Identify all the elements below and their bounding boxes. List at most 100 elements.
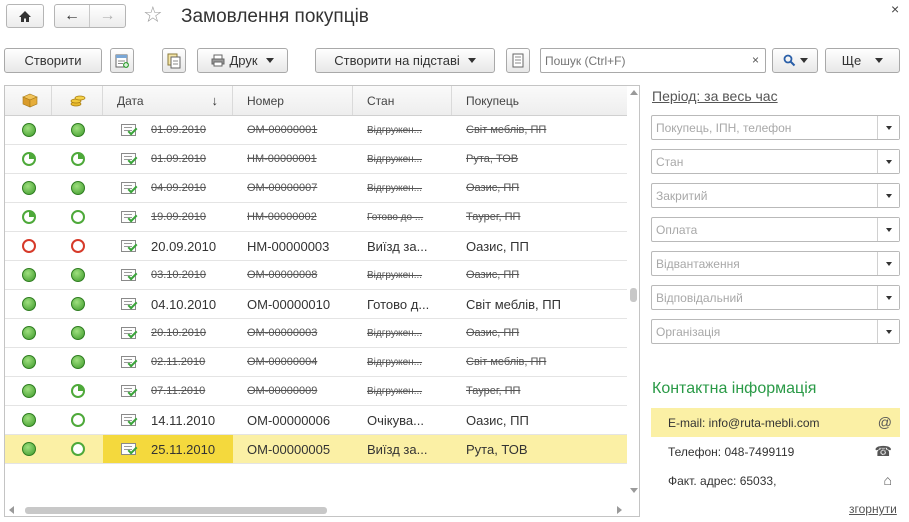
title-bar: ← → ☆ Замовлення покупців ×	[0, 0, 909, 36]
chevron-down-icon	[799, 58, 808, 63]
table-row[interactable]: 20.09.2010 НМ-00000003 Виїзд за... Оазис, П…	[5, 232, 627, 261]
home-icon[interactable]: ⌂	[884, 472, 892, 488]
payment-status-icon	[71, 210, 85, 224]
cell-state: Готово д...	[367, 296, 430, 312]
check-icon	[127, 299, 138, 310]
contact-row[interactable]: Телефон: 048-7499119 ☎	[651, 437, 900, 466]
cell-number: ОМ-00000003	[247, 327, 318, 339]
scroll-thumb[interactable]	[630, 288, 637, 302]
table-row[interactable]: 01.09.2010 ОМ-00000001 Відгружен... Світ ме…	[5, 116, 627, 145]
column-header-state[interactable]: Стан	[353, 86, 452, 115]
posted-document-icon	[121, 356, 138, 368]
close-icon[interactable]: ×	[891, 1, 899, 17]
home-icon	[19, 10, 31, 22]
cell-customer: Оазис, ПП	[466, 238, 529, 254]
filter-field[interactable]: Відповідальний	[651, 285, 900, 310]
cell-number: ОМ-00000007	[247, 182, 318, 194]
email-icon[interactable]: @	[878, 414, 892, 430]
table-row[interactable]: 03.10.2010 ОМ-00000008 Відгружен... Оазис, …	[5, 261, 627, 290]
cell-customer: Світ меблів, ПП	[466, 124, 547, 136]
table-row[interactable]: 01.09.2010 НМ-00000001 Відгружен... Рута, Т…	[5, 145, 627, 174]
column-header-payment[interactable]	[52, 86, 103, 115]
filter-field[interactable]: Покупець, ІПН, телефон	[651, 115, 900, 140]
shipment-status-icon	[22, 181, 36, 195]
report-button[interactable]	[506, 48, 530, 73]
vertical-scrollbar[interactable]	[628, 86, 639, 516]
chevron-down-icon[interactable]	[877, 252, 899, 275]
cell-customer: Оазис, ПП	[466, 412, 529, 428]
scroll-up-icon[interactable]	[630, 90, 638, 95]
posted-document-icon	[121, 443, 138, 455]
table-row[interactable]: 04.09.2010 ОМ-00000007 Відгружен... Оазис, …	[5, 174, 627, 203]
forward-button[interactable]: →	[90, 5, 125, 27]
more-dropdown[interactable]: Ще	[825, 48, 900, 73]
search-input[interactable]	[541, 49, 741, 72]
arrow-right-icon: →	[99, 7, 116, 24]
table-row[interactable]: 02.11.2010 ОМ-00000004 Відгружен... Світ ме…	[5, 348, 627, 377]
table-row[interactable]: 25.11.2010 ОМ-00000005 Виїзд за... Рута, ТО…	[5, 435, 627, 464]
favorite-star-icon[interactable]: ☆	[143, 3, 163, 27]
shipment-status-icon	[22, 210, 36, 224]
column-header-shipment[interactable]	[5, 86, 52, 115]
search-box: ×	[540, 48, 766, 73]
cell-customer: Рута, ТОВ	[466, 441, 528, 457]
table-row[interactable]: 19.09.2010 НМ-00000002 Готово до ... Таурег…	[5, 203, 627, 232]
filter-field[interactable]: Оплата	[651, 217, 900, 242]
navigation-buttons: ← →	[54, 4, 126, 28]
scroll-left-icon[interactable]	[9, 506, 14, 514]
filter-placeholder: Покупець, ІПН, телефон	[656, 121, 792, 135]
copy-document-button[interactable]	[162, 48, 186, 73]
chevron-down-icon[interactable]	[877, 218, 899, 241]
chevron-down-icon[interactable]	[877, 320, 899, 343]
cell-number: ОМ-00000005	[247, 441, 331, 457]
column-header-date[interactable]: Дата ↓	[103, 86, 233, 115]
chevron-down-icon[interactable]	[877, 286, 899, 309]
phone-icon[interactable]: ☎	[875, 443, 892, 460]
create-group-button[interactable]	[110, 48, 134, 73]
payment-status-icon	[71, 297, 85, 311]
shipment-status-icon	[22, 326, 36, 340]
chevron-down-icon[interactable]	[877, 184, 899, 207]
cell-customer: Оазис, ПП	[466, 269, 520, 281]
collapse-link[interactable]: згорнути	[849, 502, 897, 516]
arrow-left-icon: ←	[64, 7, 80, 24]
contact-row[interactable]: E-mail: info@ruta-mebli.com @	[651, 408, 900, 437]
column-header-customer[interactable]: Покупець	[452, 86, 627, 115]
scroll-down-icon[interactable]	[630, 488, 638, 493]
table-row[interactable]: 20.10.2010 ОМ-00000003 Відгружен... Оазис, …	[5, 319, 627, 348]
cell-state: Відгружен...	[367, 356, 423, 368]
contact-row[interactable]: Факт. адрес: 65033, ⌂	[651, 466, 900, 495]
chevron-down-icon[interactable]	[877, 116, 899, 139]
filter-field[interactable]: Організація	[651, 319, 900, 344]
cell-state: Очікува...	[367, 412, 424, 428]
table-row[interactable]: 07.11.2010 ОМ-00000009 Відгружен... Таурег,…	[5, 377, 627, 406]
create-button[interactable]: Створити	[4, 48, 102, 73]
payment-status-icon	[71, 355, 85, 369]
table-row[interactable]: 04.10.2010 ОМ-00000010 Готово д... Світ меб…	[5, 290, 627, 319]
filter-field[interactable]: Закритий	[651, 183, 900, 208]
search-options-dropdown[interactable]	[772, 48, 818, 73]
column-header-number[interactable]: Номер	[233, 86, 353, 115]
scroll-right-icon[interactable]	[617, 506, 622, 514]
cell-state: Відгружен...	[367, 124, 423, 136]
cell-number: НМ-00000003	[247, 238, 330, 254]
clear-search-icon[interactable]: ×	[752, 53, 759, 67]
horizontal-scrollbar[interactable]	[5, 504, 627, 516]
filter-field[interactable]: Стан	[651, 149, 900, 174]
chevron-down-icon[interactable]	[877, 150, 899, 173]
payment-status-icon	[71, 384, 85, 398]
print-dropdown[interactable]: Друк	[197, 48, 288, 73]
back-button[interactable]: ←	[55, 5, 91, 27]
posted-document-icon	[121, 153, 138, 165]
period-link[interactable]: Період: за весь час	[652, 88, 778, 104]
column-number-label: Номер	[247, 93, 284, 108]
create-label: Створити	[24, 53, 82, 68]
filter-field[interactable]: Відвантаження	[651, 251, 900, 276]
check-icon	[127, 183, 138, 194]
cell-customer: Оазис, ПП	[466, 182, 520, 194]
table-row[interactable]: 14.11.2010 ОМ-00000006 Очікува... Оазис, ПП	[5, 406, 627, 435]
horizontal-scroll-thumb[interactable]	[25, 507, 327, 514]
contact-info-header: Контактна інформація	[652, 380, 817, 397]
home-button[interactable]	[6, 4, 44, 28]
create-based-on-dropdown[interactable]: Створити на підставі	[315, 48, 495, 73]
